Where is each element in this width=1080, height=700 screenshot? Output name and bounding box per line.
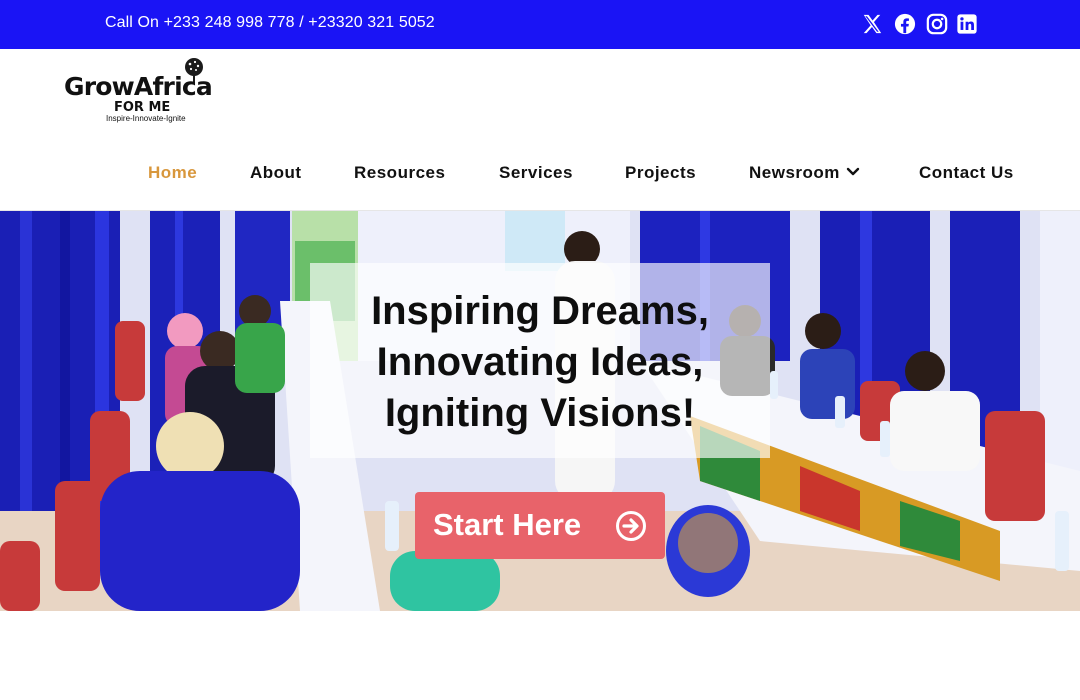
headline-line-2: Innovating Ideas, [376, 340, 704, 384]
start-here-button[interactable]: Start Here [415, 492, 665, 559]
instagram-icon[interactable] [926, 13, 948, 35]
nav-home[interactable]: Home [148, 163, 197, 183]
contact-phone[interactable]: Call On +233 248 998 778 / +23320 321 50… [105, 14, 435, 32]
chevron-down-icon [846, 167, 860, 176]
facebook-icon[interactable] [894, 13, 916, 35]
headline-line-1: Inspiring Dreams, [371, 289, 709, 333]
start-here-label: Start Here [433, 507, 582, 542]
nav-resources[interactable]: Resources [354, 163, 445, 183]
nav-projects[interactable]: Projects [625, 163, 696, 183]
site-header: GrowAfrica FOR ME Inspire-Innovate-Ignit… [0, 49, 1080, 211]
logo-subtitle: FOR ME [114, 100, 171, 115]
headline-line-3: Igniting Visions! [384, 391, 696, 435]
nav-services[interactable]: Services [499, 163, 573, 183]
x-icon[interactable] [861, 13, 883, 35]
nav-newsroom-label: Newsroom [749, 163, 840, 182]
nav-about[interactable]: About [250, 163, 302, 183]
top-bar: Call On +233 248 998 778 / +23320 321 50… [0, 0, 1080, 49]
nav-newsroom[interactable]: Newsroom [749, 163, 860, 183]
logo-tagline: Inspire-Innovate-Ignite [106, 114, 186, 123]
logo[interactable]: GrowAfrica FOR ME Inspire-Innovate-Ignit… [62, 57, 237, 129]
arrow-circle-right-icon [616, 511, 646, 541]
hero-headline: Inspiring Dreams, Innovating Ideas, Igni… [310, 286, 770, 439]
linkedin-icon[interactable] [956, 13, 978, 35]
nav-contact-us[interactable]: Contact Us [919, 163, 1014, 183]
logo-wordmark: GrowAfrica [64, 72, 213, 101]
